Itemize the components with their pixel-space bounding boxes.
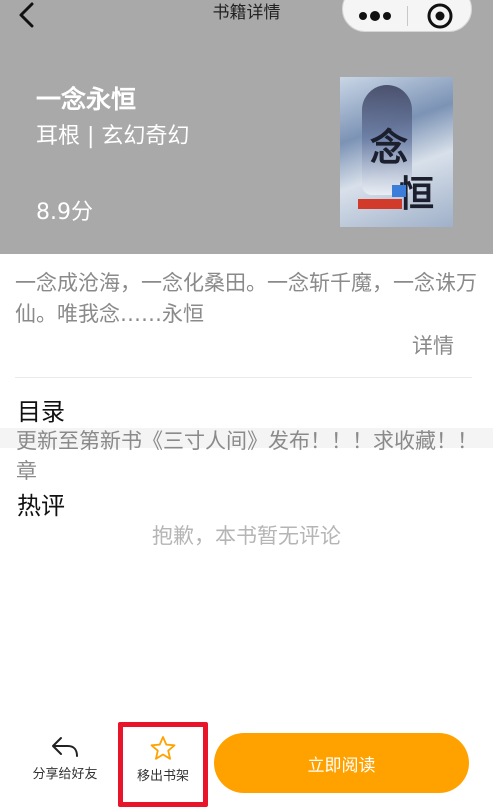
book-header: 书籍详情 一念永恒 耳根 | 玄幻奇幻 8.9分 念 恒 — [0, 0, 493, 254]
book-score: 8.9分 — [36, 200, 93, 225]
share-icon — [52, 737, 78, 757]
share-button[interactable]: 分享给好友 — [22, 735, 108, 795]
no-review-message: 抱歉，本书暂无评论 — [152, 524, 341, 548]
book-intro: 一念成沧海，一念化桑田。一念斩千魔，一念诛万仙。唯我念……永恒 — [15, 271, 477, 326]
close-button[interactable] — [408, 0, 471, 31]
share-label: 分享给好友 — [32, 767, 98, 782]
more-icon — [359, 11, 391, 21]
catalog-heading[interactable]: 目录 — [17, 392, 65, 427]
close-target-icon — [427, 3, 452, 29]
book-cover: 念 恒 — [340, 77, 453, 227]
book-title: 一念永恒 — [36, 85, 137, 114]
detail-link[interactable]: 详情 — [412, 330, 454, 360]
highlight-box — [118, 722, 208, 807]
book-author-genre: 耳根 | 玄幻奇幻 — [36, 124, 190, 149]
read-now-button[interactable]: 立即阅读 — [214, 733, 469, 793]
section-divider — [15, 377, 472, 378]
more-button[interactable] — [343, 0, 407, 31]
mini-program-capsule — [342, 0, 472, 32]
reviews-heading: 热评 — [17, 492, 65, 520]
latest-chapter[interactable]: 更新至第新书《三寸人间》发布！！！求收藏！！章 — [16, 426, 478, 486]
